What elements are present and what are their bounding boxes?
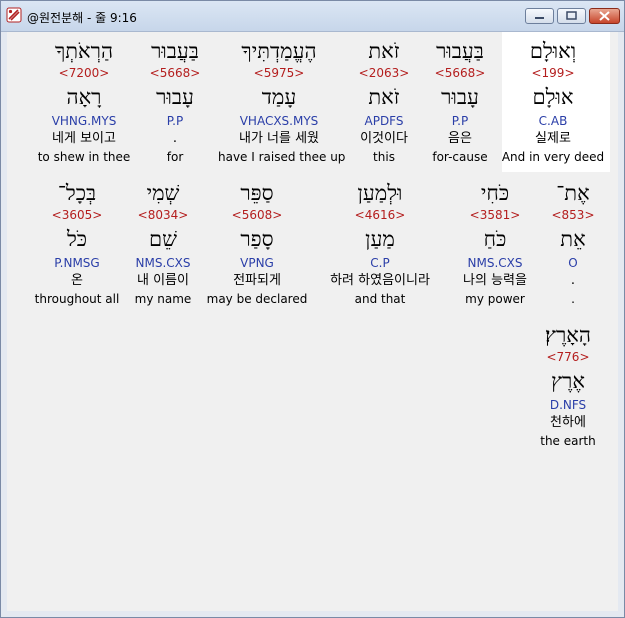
strong-number[interactable]: <5975>	[218, 66, 340, 80]
korean-gloss: 온	[71, 273, 83, 288]
app-window: @원전분해 - 줄 9:16 וְאוּלָם <199> אוּלָם C.A…	[0, 0, 625, 618]
parsing-code: VHNG.MYS	[51, 114, 117, 128]
hebrew-lemma: זֹאת	[368, 85, 400, 109]
hebrew-word: וּלְמַעַן	[357, 181, 403, 205]
korean-gloss: 하려 하였음이니라	[330, 273, 430, 288]
hebrew-word: הֶעֱמַדְתִּיךָ	[241, 39, 317, 63]
hebrew-word: הַרְאֹתְךָ	[54, 39, 114, 63]
english-gloss: to shew in thee	[37, 150, 131, 164]
window-title: @원전분해 - 줄 9:16	[27, 11, 137, 25]
korean-gloss: 내가 너를 세웠	[238, 131, 320, 146]
hebrew-lemma: מַעַן	[365, 227, 395, 251]
maximize-icon	[566, 11, 577, 20]
strong-number[interactable]: <7200>	[23, 66, 145, 80]
strong-number[interactable]: <3605>	[16, 208, 138, 222]
english-gloss: have I raised thee up	[218, 150, 346, 164]
parsing-code: APDFS	[364, 114, 404, 128]
english-gloss: and that	[354, 292, 406, 306]
minimize-button[interactable]	[525, 8, 554, 24]
close-icon	[599, 11, 610, 21]
strong-number[interactable]: <4616>	[319, 208, 441, 222]
hebrew-lemma: אֶרֶץ	[551, 369, 585, 393]
interlinear-view[interactable]: וְאוּלָם <199> אוּלָם C.AB 실제로 And in ve…	[7, 32, 618, 611]
parsing-code: P.NMSG	[54, 256, 100, 270]
hebrew-word: זֹאת	[368, 39, 400, 63]
parsing-code: NMS.CXS	[467, 256, 523, 270]
title-bar[interactable]: @원전분해 - 줄 9:16	[1, 1, 624, 32]
window-border-bottom	[1, 611, 624, 617]
strong-number[interactable]: <3581>	[434, 208, 556, 222]
hebrew-lemma: כֹּל	[66, 227, 88, 251]
korean-gloss: 나의 능력을	[463, 273, 527, 288]
hebrew-word: בְּכָל־	[57, 181, 97, 205]
strong-number[interactable]: <2063>	[323, 66, 445, 80]
english-gloss: the earth	[540, 434, 596, 448]
hebrew-lemma: רָאָה	[66, 85, 102, 109]
hebrew-word: הָאָרֶץ׃	[545, 323, 591, 347]
korean-gloss: 천하에	[550, 415, 586, 430]
korean-gloss: 이것이다	[360, 131, 408, 146]
english-gloss: my power	[465, 292, 525, 306]
hebrew-lemma: עָמַד	[261, 85, 297, 109]
hebrew-lemma: כֹּחַ	[483, 227, 507, 251]
korean-gloss: 네게 보이고	[52, 131, 116, 146]
app-icon	[6, 7, 22, 23]
parsing-code: VHACXS.MYS	[239, 114, 319, 128]
english-gloss: throughout all	[34, 292, 120, 306]
strong-number[interactable]: <776>	[507, 350, 625, 364]
parsing-code: D.NFS	[549, 398, 587, 412]
hebrew-word: כֹּחִי	[480, 181, 510, 205]
close-button[interactable]	[589, 8, 620, 24]
minimize-icon	[535, 17, 544, 19]
maximize-button[interactable]	[557, 8, 586, 24]
parsing-code: C.P	[370, 256, 390, 270]
